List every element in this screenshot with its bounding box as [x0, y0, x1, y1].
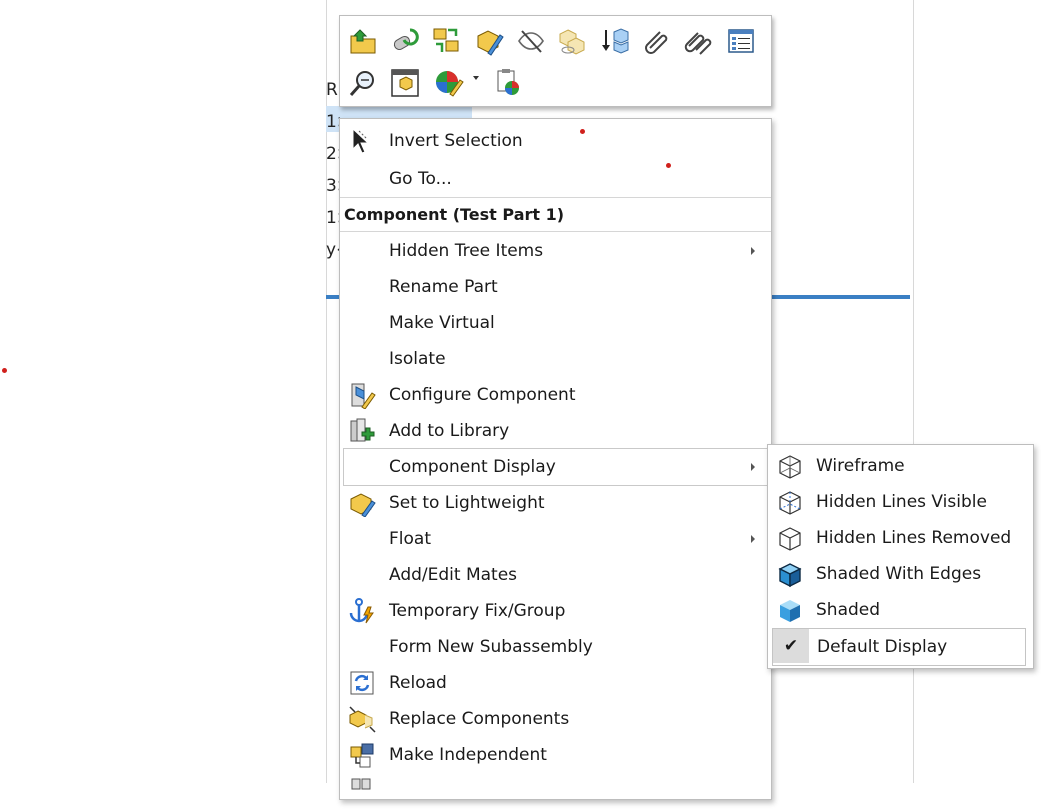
menu-item-label: Configure Component [389, 385, 576, 405]
menu-item-label: Go To... [389, 169, 452, 189]
lightweight-icon [350, 493, 376, 517]
hidden-lines-removed-icon [779, 527, 801, 551]
paperclip-icon[interactable] [640, 24, 674, 58]
menu-item-label: Component Display [389, 457, 556, 477]
open-part-icon[interactable] [346, 24, 380, 58]
annotation-dot [580, 129, 585, 134]
menu-item-label: Make Independent [389, 745, 547, 765]
context-toolbar [339, 15, 772, 107]
submenu-item-hidden-lines-visible[interactable]: Hidden Lines Visible [768, 484, 1033, 520]
move-with-triad-icon[interactable] [598, 24, 632, 58]
menu-item-hidden-tree-items[interactable]: Hidden Tree Items [340, 233, 771, 269]
submenu-item-label: Shaded With Edges [816, 564, 982, 584]
clip-icon [351, 778, 371, 790]
configure-component-icon [351, 383, 376, 409]
submenu-item-label: Shaded [816, 600, 881, 620]
menu-separator [340, 231, 771, 232]
menu-item-make-independent[interactable]: Make Independent [340, 737, 771, 773]
view-orientation-icon[interactable] [388, 66, 422, 100]
wireframe-icon [779, 455, 801, 479]
appearance-callout-icon[interactable] [492, 66, 526, 100]
cursor-arrow-icon [352, 127, 370, 154]
submenu-item-label: Default Display [817, 637, 948, 657]
menu-item-set-to-lightweight[interactable]: Set to Lightweight [340, 485, 771, 521]
zoom-to-selection-icon[interactable] [346, 66, 380, 100]
annotation-dot [666, 163, 671, 168]
menu-item-label: Reload [389, 673, 447, 693]
tree-fragment[interactable]: y< [326, 240, 340, 260]
menu-item-add-edit-mates[interactable]: Add/Edit Mates [340, 557, 771, 593]
checkmark-icon: ✔ [773, 629, 809, 663]
submenu-item-default-display[interactable]: ✔ Default Display [772, 628, 1026, 666]
make-independent-icon [350, 743, 374, 768]
menu-item-component-display[interactable]: Component Display [343, 448, 768, 486]
submenu-arrow-icon [751, 247, 755, 255]
menu-separator [340, 197, 771, 198]
shaded-with-edges-icon [778, 563, 802, 588]
menu-item-label: Add/Edit Mates [389, 565, 518, 585]
menu-item-label: Make Virtual [389, 313, 495, 333]
submenu-item-hidden-lines-removed[interactable]: Hidden Lines Removed [768, 520, 1033, 556]
tree-fragment[interactable]: 1> [326, 112, 340, 132]
submenu-item-label: Hidden Lines Visible [816, 492, 987, 512]
submenu-arrow-icon [751, 463, 755, 471]
rebuild-icon[interactable] [388, 24, 422, 58]
shaded-icon [780, 600, 800, 622]
reload-icon [350, 671, 374, 695]
anchor-lightning-icon [349, 598, 374, 624]
menu-item-go-to[interactable]: Go To... [340, 161, 771, 197]
annotation-dot [2, 368, 7, 373]
edit-assembly-icon[interactable] [430, 24, 464, 58]
menu-item-rename-part[interactable]: Rename Part [340, 269, 771, 305]
component-properties-icon[interactable] [724, 24, 758, 58]
menu-item-label: Form New Subassembly [389, 637, 593, 657]
menu-item-label: Set to Lightweight [389, 493, 545, 513]
component-display-submenu: Wireframe Hidden Lines Visible Hidden Li… [767, 444, 1034, 669]
show-components-icon[interactable] [556, 24, 590, 58]
double-paperclip-icon[interactable] [682, 24, 716, 58]
menu-item-label: Float [389, 529, 431, 549]
menu-item-temporary-fix-group[interactable]: Temporary Fix/Group [340, 593, 771, 629]
submenu-item-label: Wireframe [816, 456, 905, 476]
menu-item-replace-components[interactable]: Replace Components [340, 701, 771, 737]
hidden-lines-visible-icon [779, 491, 801, 515]
menu-item-invert-selection[interactable]: Invert Selection [340, 123, 771, 159]
add-to-library-icon [350, 418, 375, 442]
tree-fragment[interactable]: 2> [326, 144, 340, 164]
menu-item-label: Add to Library [389, 421, 510, 441]
menu-item-reload[interactable]: Reload [340, 665, 771, 701]
replace-components-icon [349, 706, 376, 733]
appearance-dropdown-arrow[interactable] [473, 76, 479, 80]
edit-part-icon[interactable] [472, 24, 506, 58]
menu-item-float[interactable]: Float [340, 521, 771, 557]
menu-item-label: Invert Selection [389, 131, 523, 151]
menu-item-label: Rename Part [389, 277, 498, 297]
menu-item-make-virtual[interactable]: Make Virtual [340, 305, 771, 341]
submenu-item-label: Hidden Lines Removed [816, 528, 1012, 548]
submenu-item-shaded-with-edges[interactable]: Shaded With Edges [768, 556, 1033, 592]
menu-item-configure-component[interactable]: Configure Component [340, 377, 771, 413]
submenu-arrow-icon [751, 535, 755, 543]
submenu-item-shaded[interactable]: Shaded [768, 592, 1033, 628]
menu-section-header: Component (Test Part 1) [344, 205, 565, 224]
hide-icon[interactable] [514, 24, 548, 58]
tree-fragment[interactable]: 1> [326, 208, 340, 228]
menu-item-label: Isolate [389, 349, 446, 369]
menu-item-label: Temporary Fix/Group [389, 601, 566, 621]
context-menu: Invert Selection Go To... Component (Tes… [339, 118, 772, 800]
tree-fragment: R [326, 80, 338, 100]
menu-item-partial[interactable] [340, 773, 771, 809]
menu-item-label: Replace Components [389, 709, 570, 729]
menu-item-isolate[interactable]: Isolate [340, 341, 771, 377]
tree-fragment[interactable]: 3> [326, 176, 340, 196]
menu-item-label: Hidden Tree Items [389, 241, 544, 261]
menu-item-form-new-subassembly[interactable]: Form New Subassembly [340, 629, 771, 665]
submenu-item-wireframe[interactable]: Wireframe [768, 448, 1033, 484]
appearance-icon[interactable] [432, 66, 466, 100]
menu-item-add-to-library[interactable]: Add to Library [340, 413, 771, 449]
